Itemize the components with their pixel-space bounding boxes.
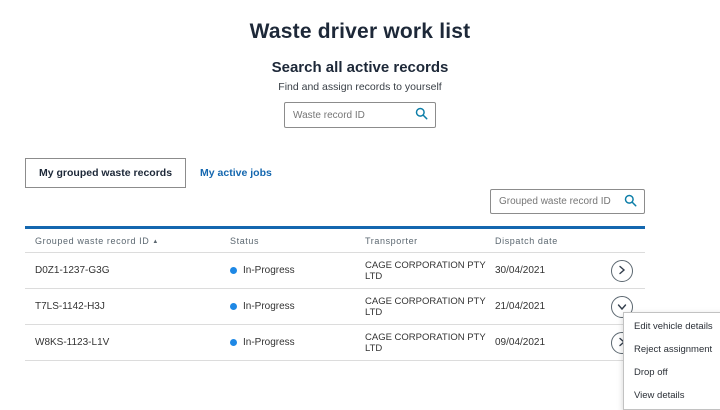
status-dot-icon [230,339,237,346]
grouped-waste-records-table: Grouped waste record ID▲ Status Transpor… [25,226,645,361]
grouped-waste-record-id-input[interactable] [499,196,624,207]
tab-my-grouped-waste-records[interactable]: My grouped waste records [25,158,186,188]
column-header-grouped-waste-record-id[interactable]: Grouped waste record ID▲ [35,236,230,246]
chevron-right-icon [618,263,626,278]
search-icon [415,107,428,123]
column-header-transporter[interactable]: Transporter [365,236,495,246]
column-header-dispatch-date[interactable]: Dispatch date [495,236,595,246]
table-row: W8KS-1123-L1V In-Progress CAGE CORPORATI… [25,325,645,361]
search-button[interactable] [415,107,428,123]
status-label: In-Progress [243,337,295,348]
row-actions-menu: Edit vehicle details Reject assignment D… [623,312,720,410]
grouped-record-search-box [490,189,645,214]
page-title: Waste driver work list [0,0,720,44]
expand-row-button[interactable] [611,260,633,282]
status-dot-icon [230,303,237,310]
table-row: T7LS-1142-H3J In-Progress CAGE CORPORATI… [25,289,645,325]
transporter-cell: CAGE CORPORATION PTY LTD [365,260,495,282]
record-id-cell: T7LS-1142-H3J [35,301,230,312]
status-label: In-Progress [243,301,295,312]
record-id-cell: D0Z1-1237-G3G [35,265,230,276]
dispatch-date-cell: 30/04/2021 [495,265,595,276]
main-content: My grouped waste records My active jobs … [25,158,645,188]
sort-ascending-icon: ▲ [152,239,159,245]
search-icon [624,194,637,210]
menu-item-view-details[interactable]: View details [624,384,720,407]
status-dot-icon [230,267,237,274]
dispatch-date-cell: 09/04/2021 [495,337,595,348]
status-cell: In-Progress [230,337,365,348]
status-cell: In-Progress [230,301,365,312]
search-section-subheading: Find and assign records to yourself [0,81,720,93]
table-header-row: Grouped waste record ID▲ Status Transpor… [25,229,645,253]
transporter-cell: CAGE CORPORATION PTY LTD [365,296,495,318]
record-id-cell: W8KS-1123-L1V [35,337,230,348]
transporter-cell: CAGE CORPORATION PTY LTD [365,332,495,354]
table-row: D0Z1-1237-G3G In-Progress CAGE CORPORATI… [25,253,645,289]
status-cell: In-Progress [230,265,365,276]
status-label: In-Progress [243,265,295,276]
menu-item-drop-off[interactable]: Drop off [624,361,720,384]
waste-record-search-box [284,102,436,128]
grouped-record-search-button[interactable] [624,194,637,210]
menu-item-edit-vehicle-details[interactable]: Edit vehicle details [624,315,720,338]
search-section-heading: Search all active records [0,59,720,76]
menu-item-reject-assignment[interactable]: Reject assignment [624,338,720,361]
tab-bar: My grouped waste records My active jobs [25,158,645,188]
waste-record-id-input[interactable] [293,110,415,121]
tab-my-active-jobs[interactable]: My active jobs [186,158,286,188]
dispatch-date-cell: 21/04/2021 [495,301,595,312]
column-header-status[interactable]: Status [230,236,365,246]
